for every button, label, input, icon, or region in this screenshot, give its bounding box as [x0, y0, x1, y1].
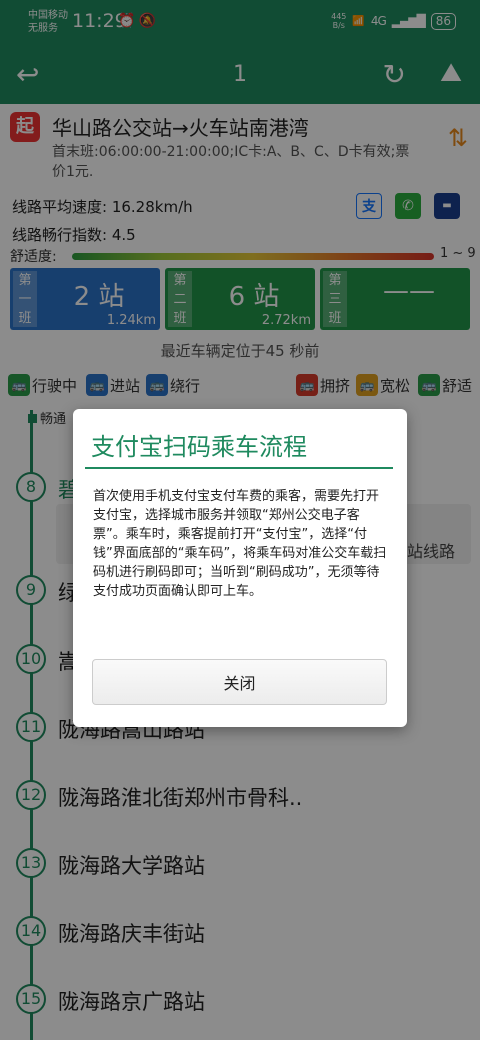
dialog-title: 支付宝扫码乘车流程	[91, 433, 307, 461]
alipay-guide-dialog: 支付宝扫码乘车流程 首次使用手机支付宝支付车费的乘客，需要先打开支付宝，选择城市…	[73, 409, 407, 727]
dialog-body: 首次使用手机支付宝支付车费的乘客，需要先打开支付宝，选择城市服务并领取“郑州公交…	[93, 489, 387, 599]
close-button[interactable]: 关闭	[92, 659, 387, 705]
dialog-divider	[85, 467, 393, 469]
